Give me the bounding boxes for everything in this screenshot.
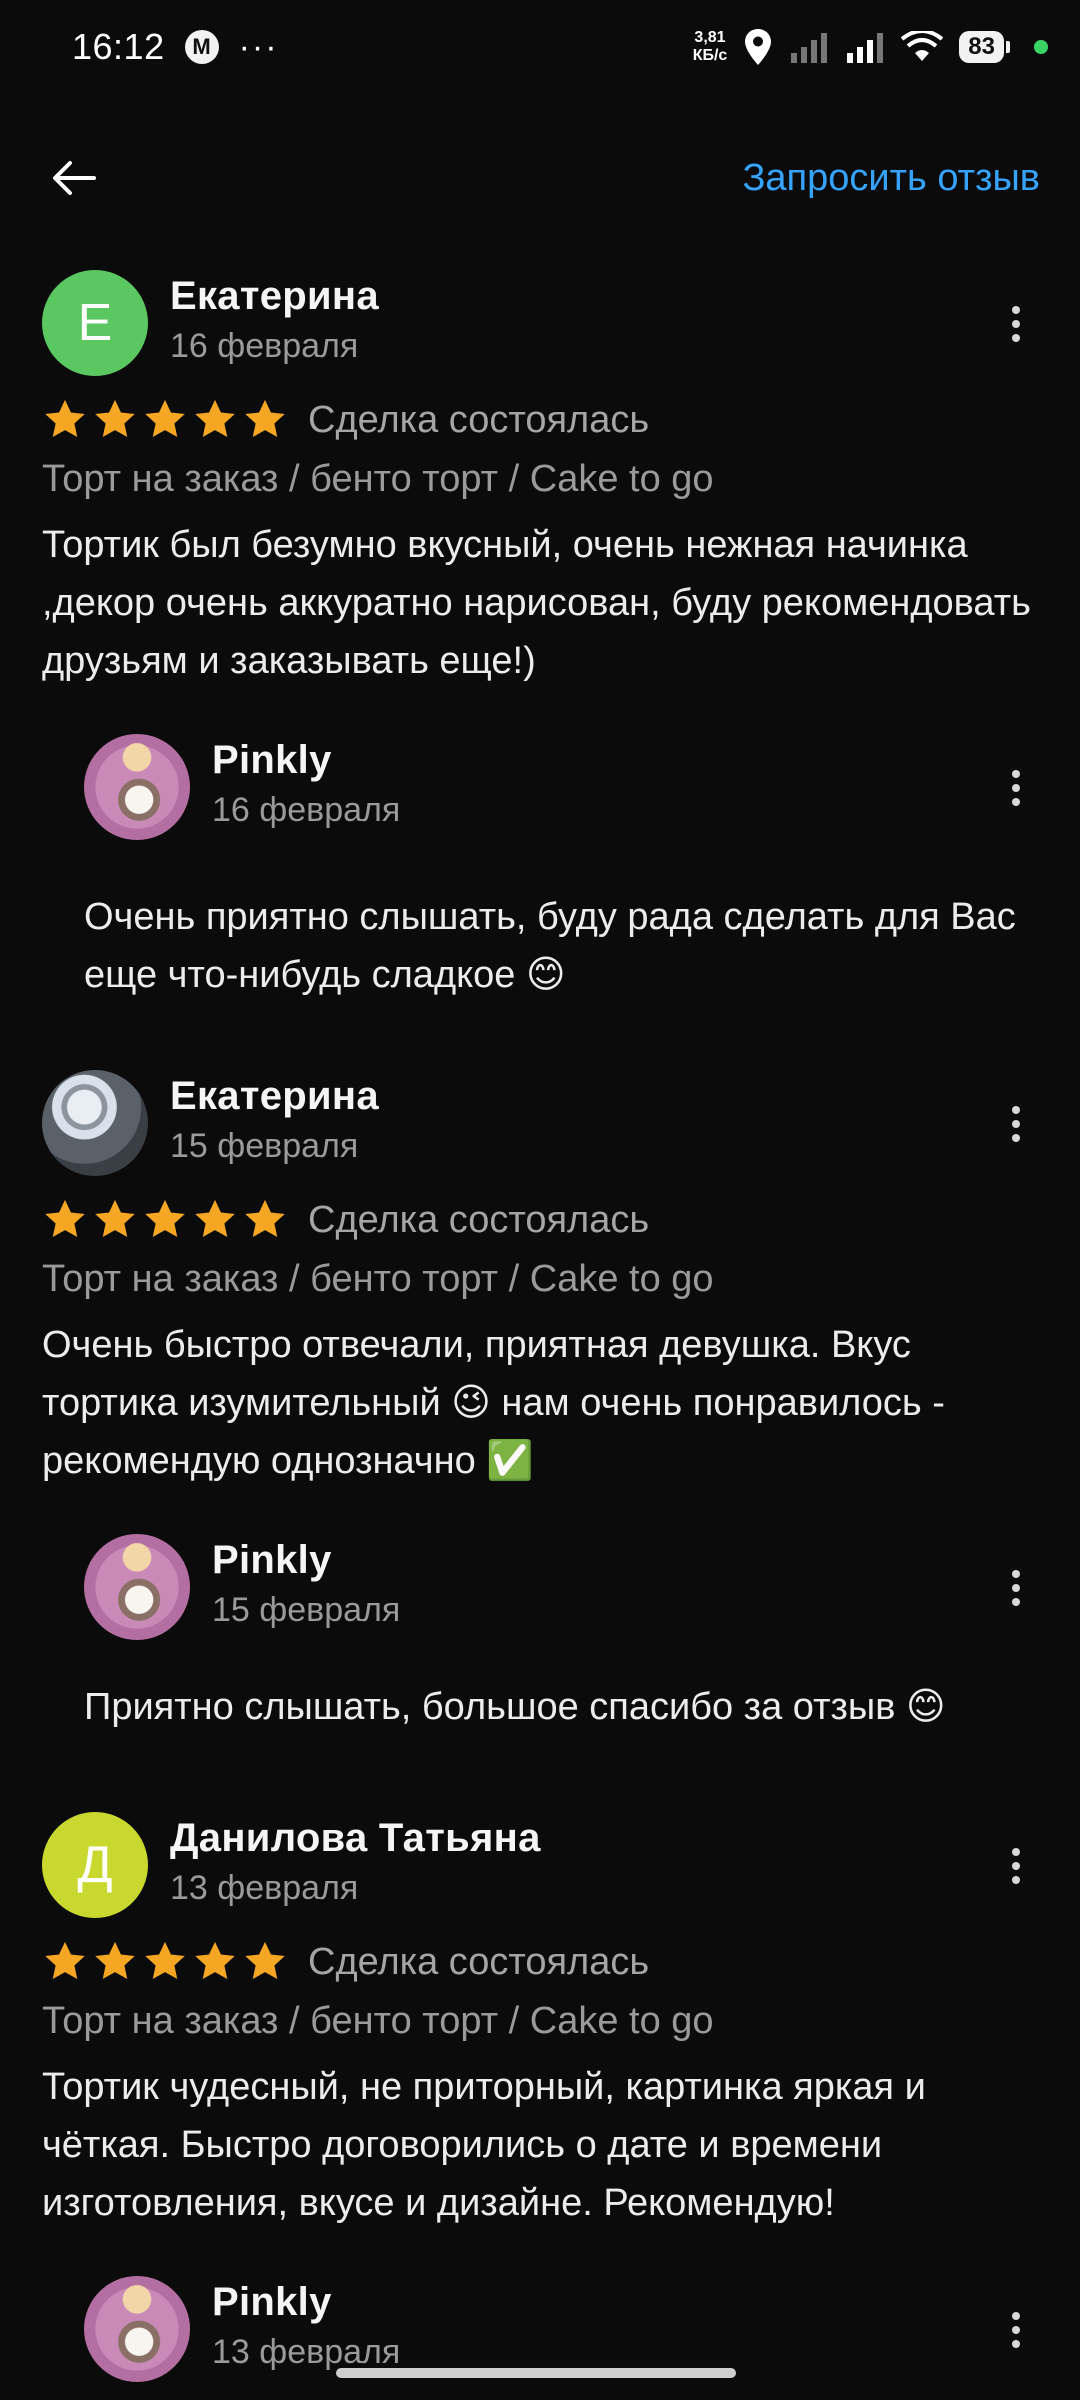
review-item: Д Данилова Татьяна 13 февраля Сделка сос…: [0, 1812, 1080, 2384]
star-icon: [95, 1199, 135, 1238]
reply-more-options-button[interactable]: [996, 2310, 1036, 2350]
seller-reply: Pinkly 15 февраля Приятно слышать, больш…: [42, 1534, 1036, 1736]
avatar-letter: Д: [77, 1836, 113, 1894]
review-date: 13 февраля: [170, 1869, 359, 1907]
listing-title[interactable]: Торт на заказ / бенто торт / Cake to go: [42, 452, 1036, 506]
review-item: Екатерина 15 февраля Сделка состоялась Т…: [0, 1070, 1080, 1736]
network-speed: 3,81 КБ/с: [693, 29, 728, 65]
seller-avatar[interactable]: [84, 734, 190, 840]
star-icon: [245, 399, 285, 438]
avatar[interactable]: Д: [42, 1812, 148, 1918]
wifi-icon: [901, 31, 944, 61]
avatar[interactable]: [42, 1070, 148, 1176]
star-icon: [45, 399, 85, 438]
request-review-link[interactable]: Запросить отзыв: [742, 157, 1040, 200]
reply-more-options-button[interactable]: [996, 768, 1036, 808]
author-name[interactable]: Данилова Татьяна: [170, 1816, 541, 1861]
star-icon: [145, 399, 185, 438]
deal-status: Сделка состоялась: [308, 1940, 650, 1983]
review-text: Очень быстро отвечали, приятная девушка.…: [42, 1324, 945, 1482]
status-bar: 16:12 М ··· 3,81 КБ/с 83: [0, 0, 1080, 94]
review-item: Е Екатерина 16 февраля Сделка состоялась…: [0, 270, 1080, 1004]
network-speed-value: 3,81: [694, 29, 726, 46]
rating-stars: [42, 1939, 288, 1985]
star-icon: [95, 399, 135, 438]
author-name[interactable]: Екатерина: [170, 1074, 379, 1119]
avatar[interactable]: Е: [42, 270, 148, 376]
signal-2-icon: [847, 33, 884, 63]
battery-indicator: 83: [959, 31, 1010, 63]
listing-title[interactable]: Торт на заказ / бенто торт / Cake to go: [42, 1252, 1036, 1306]
arrow-left-icon: [53, 161, 96, 195]
seller-name[interactable]: Pinkly: [212, 1538, 400, 1583]
rating-stars: [42, 1197, 288, 1243]
seller-avatar[interactable]: [84, 1534, 190, 1640]
signal-1-icon: [791, 33, 828, 63]
reply-date: 16 февраля: [212, 791, 401, 829]
back-button[interactable]: [44, 148, 104, 208]
deal-status: Сделка состоялась: [308, 398, 650, 441]
star-icon: [45, 1199, 85, 1238]
reply-date: 13 февраля: [212, 2333, 401, 2371]
review-date: 15 февраля: [170, 1127, 359, 1165]
status-time: 16:12: [72, 26, 165, 67]
star-icon: [195, 1941, 235, 1980]
location-icon: [745, 29, 772, 65]
star-icon: [245, 1199, 285, 1238]
network-speed-unit: КБ/с: [692, 47, 728, 64]
star-icon: [145, 1941, 185, 1980]
app-bar: Запросить отзыв: [0, 130, 1080, 226]
review-text: Тортик был безумно вкусный, очень нежная…: [42, 524, 1031, 682]
review-text: Тортик чудесный, не приторный, картинка …: [42, 2066, 926, 2224]
reply-text: Очень приятно слышать, буду рада сделать…: [84, 896, 1016, 996]
star-icon: [195, 399, 235, 438]
more-notifications-icon: ···: [238, 27, 279, 66]
reviews-list: Е Екатерина 16 февраля Сделка состоялась…: [0, 262, 1080, 2384]
deal-status: Сделка состоялась: [308, 1198, 650, 1241]
home-indicator[interactable]: [336, 2368, 736, 2378]
privacy-indicator-dot: [1034, 40, 1048, 54]
listing-title[interactable]: Торт на заказ / бенто торт / Cake to go: [42, 1994, 1036, 2048]
review-date: 16 февраля: [170, 327, 359, 365]
more-options-button[interactable]: [996, 1846, 1036, 1886]
star-icon: [95, 1941, 135, 1980]
avatar-letter: Е: [77, 294, 113, 352]
more-options-button[interactable]: [996, 304, 1036, 344]
star-icon: [245, 1941, 285, 1980]
reply-text: Приятно слышать, большое спасибо за отзы…: [84, 1686, 946, 1728]
seller-reply: Pinkly 16 февраля Очень приятно слышать,…: [42, 734, 1036, 1004]
star-icon: [45, 1941, 85, 1980]
reply-date: 15 февраля: [212, 1591, 401, 1629]
mail-icon: М: [184, 30, 219, 64]
star-icon: [145, 1199, 185, 1238]
seller-name[interactable]: Pinkly: [212, 738, 400, 783]
author-name[interactable]: Екатерина: [170, 274, 379, 319]
seller-name[interactable]: Pinkly: [212, 2280, 400, 2325]
reply-more-options-button[interactable]: [996, 1568, 1036, 1608]
star-icon: [195, 1199, 235, 1238]
rating-stars: [42, 397, 288, 443]
more-options-button[interactable]: [996, 1104, 1036, 1144]
seller-avatar[interactable]: [84, 2276, 190, 2382]
